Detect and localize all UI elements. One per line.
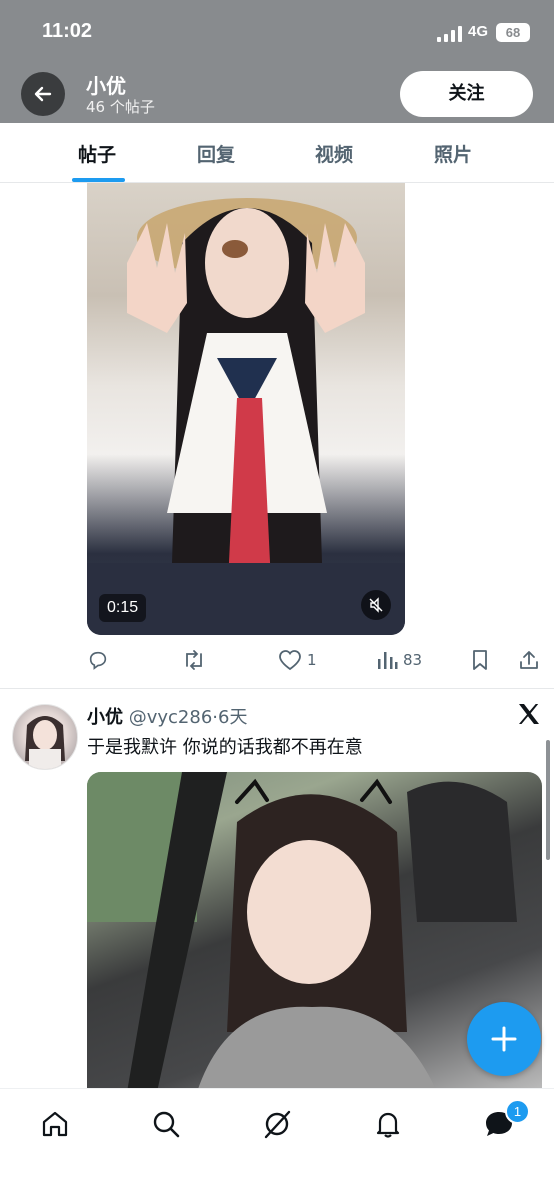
- share-icon: [520, 651, 538, 669]
- bottom-nav: [0, 1088, 554, 1201]
- compose-button[interactable]: [467, 1002, 541, 1076]
- nav-search[interactable]: [149, 1107, 183, 1141]
- reply-button[interactable]: [87, 648, 109, 672]
- repost-icon: [186, 650, 202, 670]
- profile-tabs: 帖子 回复 视频 照片: [0, 123, 554, 183]
- follow-button[interactable]: 关注: [400, 71, 533, 117]
- nav-home[interactable]: [38, 1107, 72, 1141]
- bookmark-icon: [473, 650, 487, 670]
- post-time: 6天: [218, 707, 248, 728]
- home-icon: [42, 1111, 68, 1137]
- repost-button[interactable]: [182, 648, 206, 672]
- views-button[interactable]: 83: [376, 648, 422, 672]
- nav-notifications[interactable]: [371, 1107, 405, 1141]
- video-duration: 0:15: [99, 594, 147, 622]
- post-video[interactable]: [87, 183, 405, 635]
- author-name[interactable]: 小优: [87, 707, 123, 728]
- nav-grok[interactable]: [260, 1107, 294, 1141]
- avatar-image: [25, 716, 65, 769]
- post-count: 46 个帖子: [86, 98, 155, 116]
- post-header: 小优 @vyc286·6天: [87, 703, 247, 729]
- author-handle[interactable]: @vyc286: [129, 707, 213, 728]
- tab-replies[interactable]: 回复: [197, 140, 235, 167]
- back-button[interactable]: [21, 72, 65, 116]
- view-count: 83: [403, 651, 423, 669]
- profile-header: 11:02 4G 68 小优 46 个帖子 关注: [0, 0, 554, 123]
- muted-speaker-icon: [369, 597, 383, 613]
- x-logo-icon: [519, 704, 539, 724]
- reply-icon: [89, 651, 107, 670]
- arrow-left-icon: [34, 86, 52, 102]
- share-button[interactable]: [518, 648, 540, 672]
- like-count: 1: [307, 651, 317, 669]
- scrollbar[interactable]: [546, 740, 550, 860]
- tab-photos[interactable]: 照片: [434, 140, 472, 167]
- avatar[interactable]: [12, 704, 78, 770]
- battery-level: 68: [496, 23, 530, 42]
- mute-button[interactable]: [361, 590, 391, 620]
- like-button[interactable]: 1: [278, 648, 317, 672]
- tab-posts[interactable]: 帖子: [78, 140, 116, 167]
- grok-icon: [264, 1110, 291, 1139]
- plus-icon: [491, 1026, 517, 1052]
- tab-indicator: [72, 178, 125, 182]
- views-icon: [378, 652, 398, 669]
- post-divider: [0, 688, 554, 689]
- bookmark-button[interactable]: [470, 648, 490, 672]
- tab-videos[interactable]: 视频: [315, 140, 353, 167]
- messages-badge: 1: [505, 1099, 530, 1124]
- network-type: 4G: [468, 23, 489, 40]
- bell-icon: [376, 1112, 400, 1138]
- status-time: 11:02: [42, 20, 93, 42]
- heart-icon: [279, 650, 301, 671]
- profile-name: 小优: [86, 74, 126, 98]
- video-frame: [87, 198, 405, 635]
- post-text: 于是我默许 你说的话我都不再在意: [87, 737, 363, 758]
- search-icon: [153, 1111, 180, 1138]
- signal-icon: [437, 26, 462, 42]
